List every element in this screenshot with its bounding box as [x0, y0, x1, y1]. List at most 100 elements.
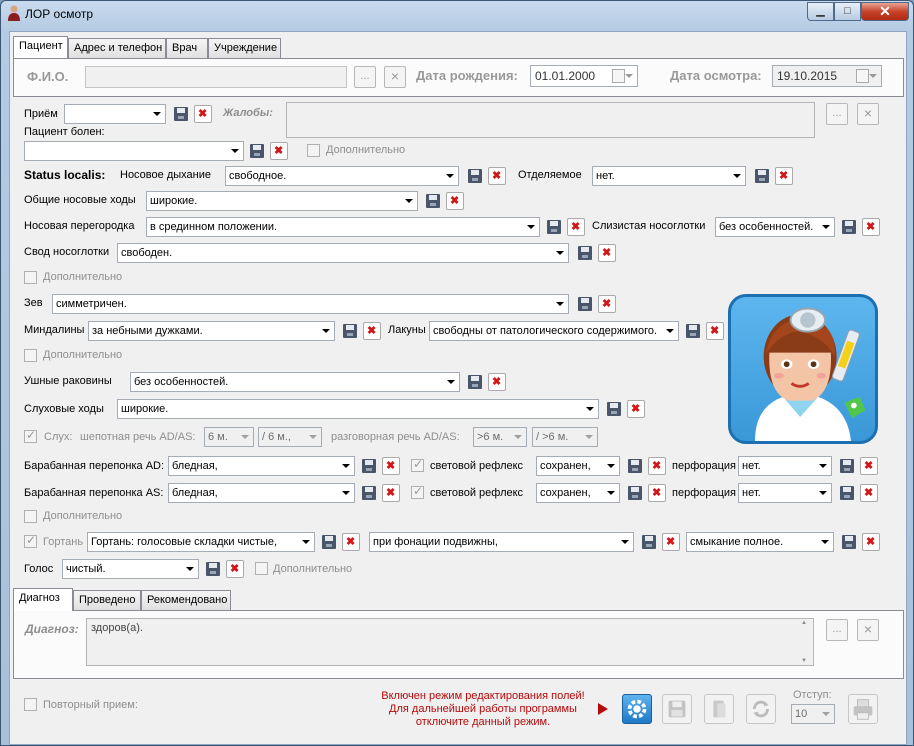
reflex-ad-checkbox[interactable]	[411, 457, 424, 472]
delete-icon[interactable]	[382, 484, 400, 502]
save-icon[interactable]	[840, 533, 858, 551]
repeat-visit-checkbox[interactable]	[24, 698, 37, 711]
save-icon[interactable]	[838, 457, 856, 475]
delete-icon[interactable]	[862, 533, 880, 551]
delete-icon[interactable]	[648, 484, 666, 502]
lacunae-combo[interactable]: свободны от патологического содержимого.	[429, 321, 679, 341]
delete-icon[interactable]	[382, 457, 400, 475]
larynx-checkbox[interactable]	[24, 533, 37, 548]
save-icon[interactable]	[360, 457, 378, 475]
tonsils-combo[interactable]: за небными дужками.	[88, 321, 335, 341]
reflex-as-checkbox[interactable]	[411, 484, 424, 499]
save-button[interactable]	[662, 694, 692, 724]
spoken-ad-combo[interactable]: >6 м.	[473, 427, 527, 447]
delete-icon[interactable]	[627, 400, 645, 418]
calendar-icon[interactable]	[855, 69, 879, 83]
fio-field[interactable]	[85, 66, 347, 88]
tab-patient[interactable]: Пациент	[13, 36, 68, 59]
complaints-select-button[interactable]: ...	[826, 103, 848, 125]
tab-diagnosis-front[interactable]: Диагноз	[13, 588, 73, 611]
diagnosis-clear-button[interactable]: ×	[857, 619, 879, 641]
save-icon[interactable]	[424, 192, 442, 210]
settings-gear-button[interactable]	[622, 694, 652, 724]
save-icon[interactable]	[626, 484, 644, 502]
spoken-as-combo[interactable]: / >6 м.	[532, 427, 598, 447]
close-button[interactable]: ✕	[861, 2, 909, 21]
extra-checkbox[interactable]	[24, 349, 37, 362]
save-icon[interactable]	[204, 560, 222, 578]
nasopharynx-mucosa-combo[interactable]: без особенностей.	[715, 217, 835, 237]
patient-ill-combo[interactable]	[24, 141, 244, 161]
save-icon[interactable]	[545, 218, 563, 236]
larynx-combo-3[interactable]: смыкание полное.	[686, 532, 834, 552]
fio-clear-button[interactable]: ×	[384, 66, 406, 88]
delete-icon[interactable]	[598, 295, 616, 313]
reception-combo[interactable]	[64, 104, 166, 124]
diagnosis-memo[interactable]: здоров(а).	[86, 618, 814, 666]
delete-icon[interactable]	[488, 373, 506, 391]
diagnosis-select-button[interactable]: ...	[826, 619, 848, 641]
whisper-ad-combo[interactable]: 6 м.	[204, 427, 254, 447]
larynx-combo-2[interactable]: при фонации подвижны,	[369, 532, 634, 552]
save-icon[interactable]	[172, 105, 190, 123]
extra-checkbox[interactable]	[24, 271, 37, 284]
save-icon[interactable]	[576, 295, 594, 313]
save-icon[interactable]	[753, 167, 771, 185]
tab-doctor[interactable]: Врач	[166, 38, 208, 58]
save-icon[interactable]	[626, 457, 644, 475]
tab-address-phone[interactable]: Адрес и телефон	[68, 38, 166, 58]
auricles-combo[interactable]: без особенностей.	[130, 372, 460, 392]
birth-date-picker[interactable]: 01.01.2000	[530, 65, 638, 87]
delete-icon[interactable]	[862, 218, 880, 236]
nasal-breath-combo[interactable]: свободное.	[225, 166, 459, 186]
reflex-ad-combo[interactable]: сохранен,	[536, 456, 620, 476]
delete-icon[interactable]	[706, 322, 724, 340]
delete-icon[interactable]	[598, 244, 616, 262]
voice-combo[interactable]: чистый.	[62, 559, 199, 579]
tab-recommended[interactable]: Рекомендовано	[141, 590, 231, 610]
tympanic-as-combo[interactable]: бледная,	[168, 483, 355, 503]
delete-icon[interactable]	[860, 457, 878, 475]
extra-checkbox[interactable]	[24, 510, 37, 523]
save-icon[interactable]	[684, 322, 702, 340]
delete-icon[interactable]	[648, 457, 666, 475]
septum-combo[interactable]: в срединном положении.	[146, 217, 540, 237]
delete-icon[interactable]	[775, 167, 793, 185]
save-icon[interactable]	[840, 218, 858, 236]
scrollbar[interactable]	[797, 619, 813, 665]
maximize-button[interactable]: □	[834, 2, 861, 21]
discharge-combo[interactable]: нет.	[592, 166, 746, 186]
larynx-combo-1[interactable]: Гортань: голосовые складки чистые,	[87, 532, 315, 552]
perforation-ad-combo[interactable]: нет.	[738, 456, 832, 476]
nasal-passages-combo[interactable]: широкие.	[146, 191, 418, 211]
delete-icon[interactable]	[363, 322, 381, 340]
save-icon[interactable]	[360, 484, 378, 502]
indent-combo[interactable]: 10	[791, 704, 835, 724]
print-button[interactable]	[848, 694, 878, 724]
save-icon[interactable]	[576, 244, 594, 262]
save-icon[interactable]	[341, 322, 359, 340]
save-icon[interactable]	[248, 142, 266, 160]
tab-performed[interactable]: Проведено	[73, 590, 141, 610]
delete-icon[interactable]	[488, 167, 506, 185]
delete-icon[interactable]	[226, 560, 244, 578]
delete-icon[interactable]	[446, 192, 464, 210]
exam-date-picker[interactable]: 19.10.2015	[772, 65, 882, 87]
save-icon[interactable]	[640, 533, 658, 551]
refresh-button[interactable]	[746, 694, 776, 724]
tab-institution[interactable]: Учреждение	[208, 38, 281, 58]
save-icon[interactable]	[320, 533, 338, 551]
save-icon[interactable]	[466, 373, 484, 391]
delete-icon[interactable]	[342, 533, 360, 551]
ear-canals-combo[interactable]: широкие.	[117, 399, 599, 419]
complaints-clear-button[interactable]: ×	[857, 103, 879, 125]
pharynx-combo[interactable]: симметричен.	[52, 294, 569, 314]
delete-icon[interactable]	[860, 484, 878, 502]
delete-icon[interactable]	[270, 142, 288, 160]
reflex-as-combo[interactable]: сохранен,	[536, 483, 620, 503]
save-icon[interactable]	[838, 484, 856, 502]
nasopharynx-vault-combo[interactable]: свободен.	[117, 243, 569, 263]
whisper-as-combo[interactable]: / 6 м.,	[258, 427, 322, 447]
delete-icon[interactable]	[567, 218, 585, 236]
fio-select-button[interactable]: ...	[354, 66, 376, 88]
